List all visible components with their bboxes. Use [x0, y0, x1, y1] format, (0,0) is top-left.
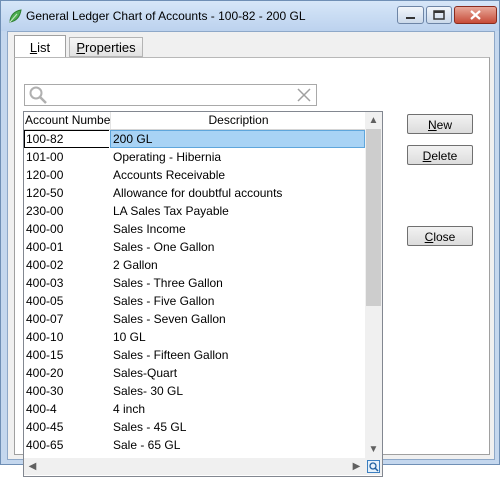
table-row[interactable]: 120-50 Allowance for doubtful accounts: [24, 184, 365, 202]
cell-description[interactable]: 4 inch: [113, 402, 363, 416]
search-icon: [29, 86, 47, 104]
cell-description[interactable]: 10 GL: [113, 330, 363, 344]
zoom-icon[interactable]: [367, 460, 380, 473]
table-row[interactable]: 230-00 LA Sales Tax Payable: [24, 202, 365, 220]
scroll-up-arrow-icon[interactable]: ▲: [365, 112, 382, 129]
scroll-down-arrow-icon[interactable]: ▼: [365, 441, 382, 458]
close-window-button[interactable]: [454, 6, 497, 24]
cell-account-number[interactable]: 100-82: [26, 132, 108, 146]
column-header-account-number[interactable]: Account Numbe: [25, 113, 111, 127]
window-title: General Ledger Chart of Accounts - 100-8…: [26, 9, 306, 23]
new-button-label: New: [427, 118, 452, 132]
table-row[interactable]: 400-15 Sales - Fifteen Gallon: [24, 346, 365, 364]
cell-account-number[interactable]: 400-01: [26, 240, 108, 254]
app-leaf-icon: [9, 9, 22, 23]
cell-account-number[interactable]: 120-50: [26, 186, 108, 200]
window-client-area: Properties List Account Numbe Descriptio…: [7, 31, 495, 477]
column-divider[interactable]: [110, 112, 111, 129]
cell-description[interactable]: Operating - Hibernia: [113, 150, 363, 164]
cell-account-number[interactable]: 120-00: [26, 168, 108, 182]
column-header-description[interactable]: Description: [112, 113, 365, 127]
cell-account-number[interactable]: 400-05: [26, 294, 108, 308]
cell-account-number[interactable]: 400-07: [26, 312, 108, 326]
table-row[interactable]: 400-4 4 inch: [24, 400, 365, 418]
cell-account-number[interactable]: 400-15: [26, 348, 108, 362]
title-bar[interactable]: General Ledger Chart of Accounts - 100-8…: [1, 1, 499, 31]
search-input[interactable]: [51, 86, 295, 104]
table-row[interactable]: 400-00 Sales Income: [24, 220, 365, 238]
minimize-button[interactable]: [397, 6, 424, 24]
cell-description[interactable]: Sales-Quart: [113, 366, 363, 380]
cell-account-number[interactable]: 400-10: [26, 330, 108, 344]
cell-description[interactable]: Allowance for doubtful accounts: [113, 186, 363, 200]
list-tab-panel: Account Numbe Description 100-82 200 GL 10…: [14, 57, 490, 477]
cell-account-number[interactable]: 400-4: [26, 402, 108, 416]
close-button[interactable]: Close: [407, 226, 473, 246]
cell-account-number[interactable]: 400-30: [26, 384, 108, 398]
table-row[interactable]: 400-07 Sales - Seven Gallon: [24, 310, 365, 328]
delete-button[interactable]: Delete: [407, 145, 473, 165]
vertical-scrollbar[interactable]: ▲ ▼: [365, 112, 382, 458]
cell-account-number[interactable]: 400-20: [26, 366, 108, 380]
tab-properties-label: Properties: [76, 40, 136, 55]
table-row[interactable]: 400-01 Sales - One Gallon: [24, 238, 365, 256]
grid-header: Account Numbe Description: [24, 112, 365, 130]
table-row[interactable]: 400-05 Sales - Five Gallon: [24, 292, 365, 310]
grid-corner[interactable]: [365, 458, 382, 475]
cell-description[interactable]: Sale - 65 GL: [113, 438, 363, 452]
scroll-right-arrow-icon[interactable]: ▶: [348, 458, 365, 475]
table-row[interactable]: 400-03 Sales - Three Gallon: [24, 274, 365, 292]
new-button[interactable]: New: [407, 114, 473, 134]
cell-description[interactable]: Sales - Three Gallon: [113, 276, 363, 290]
table-row[interactable]: 100-82 200 GL: [24, 130, 365, 148]
accounts-grid[interactable]: Account Numbe Description 100-82 200 GL 10…: [23, 111, 383, 477]
cell-description[interactable]: 2 Gallon: [113, 258, 363, 272]
grid-rows: 100-82 200 GL 101-00 Operating - Hibernia 12…: [24, 130, 365, 454]
tab-list[interactable]: List: [14, 35, 66, 59]
cell-account-number[interactable]: 230-00: [26, 204, 108, 218]
horizontal-scrollbar[interactable]: ◀ ▶: [24, 458, 365, 475]
cell-description[interactable]: Sales - Seven Gallon: [113, 312, 363, 326]
maximize-button[interactable]: [426, 6, 452, 24]
cell-account-number[interactable]: 400-65: [26, 438, 108, 452]
table-row[interactable]: 101-00 Operating - Hibernia: [24, 148, 365, 166]
cell-account-number[interactable]: 101-00: [26, 150, 108, 164]
delete-button-label: Delete: [422, 149, 458, 163]
table-row[interactable]: 400-02 2 Gallon: [24, 256, 365, 274]
scroll-left-arrow-icon[interactable]: ◀: [24, 458, 41, 475]
clear-search-icon[interactable]: [295, 86, 313, 104]
table-row[interactable]: 400-10 10 GL: [24, 328, 365, 346]
table-row[interactable]: 400-45 Sales - 45 GL: [24, 418, 365, 436]
cell-account-number[interactable]: 400-02: [26, 258, 108, 272]
cell-description[interactable]: Sales Income: [113, 222, 363, 236]
vertical-scroll-thumb[interactable]: [366, 129, 381, 306]
cell-description[interactable]: Accounts Receivable: [113, 168, 363, 182]
tab-properties[interactable]: Properties: [69, 37, 143, 57]
minimize-icon: [406, 17, 415, 19]
tab-list-label: List: [29, 40, 51, 55]
search-box[interactable]: [24, 84, 317, 106]
cell-description[interactable]: Sales- 30 GL: [113, 384, 363, 398]
cell-description[interactable]: Sales - 45 GL: [113, 420, 363, 434]
table-row[interactable]: 120-00 Accounts Receivable: [24, 166, 365, 184]
cell-account-number[interactable]: 400-45: [26, 420, 108, 434]
cell-description[interactable]: 200 GL: [113, 132, 363, 146]
cell-description[interactable]: Sales - One Gallon: [113, 240, 363, 254]
table-row[interactable]: 400-65 Sale - 65 GL: [24, 436, 365, 454]
table-row[interactable]: 400-20 Sales-Quart: [24, 364, 365, 382]
cell-description[interactable]: LA Sales Tax Payable: [113, 204, 363, 218]
cell-description[interactable]: Sales - Fifteen Gallon: [113, 348, 363, 362]
cell-description[interactable]: Sales - Five Gallon: [113, 294, 363, 308]
table-row[interactable]: 400-30 Sales- 30 GL: [24, 382, 365, 400]
cell-account-number[interactable]: 400-00: [26, 222, 108, 236]
maximize-icon: [433, 10, 445, 20]
cell-account-number[interactable]: 400-03: [26, 276, 108, 290]
close-button-label: Close: [424, 230, 456, 244]
close-icon: [470, 10, 481, 20]
chart-of-accounts-window: General Ledger Chart of Accounts - 100-8…: [0, 0, 500, 477]
